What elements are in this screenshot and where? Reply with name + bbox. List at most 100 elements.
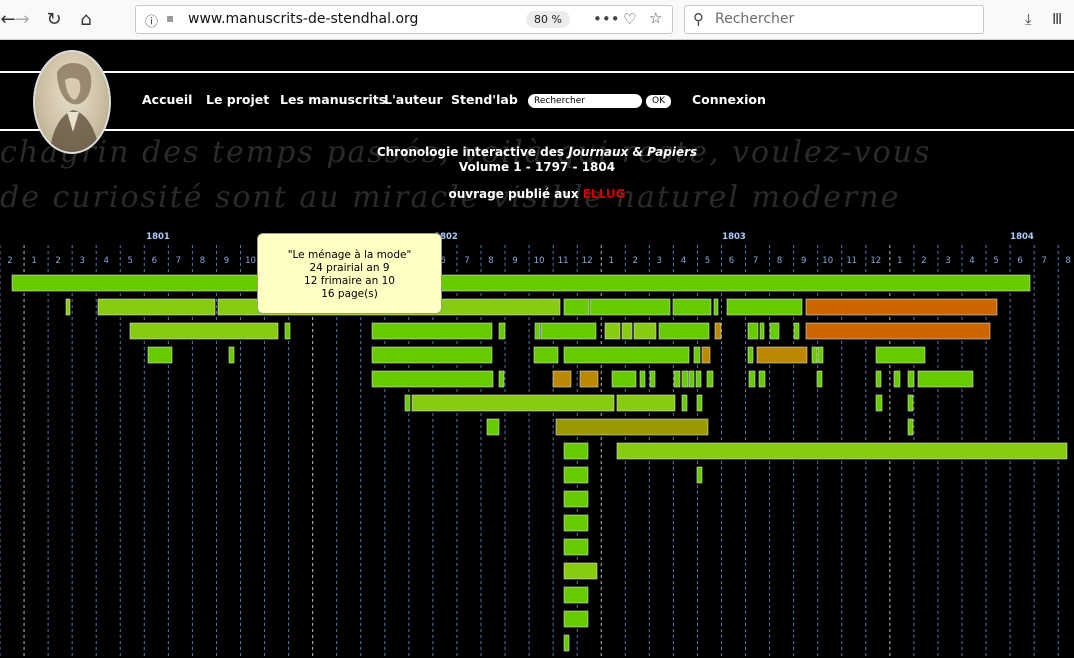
manuscript-bar[interactable] [540,322,597,340]
manuscript-bar[interactable] [621,322,633,340]
manuscript-bar[interactable] [65,298,71,316]
manuscript-bar[interactable] [805,322,991,340]
zoom-indicator[interactable]: 80 % [526,11,570,28]
manuscript-bar[interactable] [563,538,589,556]
manuscript-bar[interactable] [759,322,765,340]
manuscript-bar[interactable] [563,634,570,652]
manuscript-bar[interactable] [907,370,915,388]
download-icon[interactable]: ⤓ [1025,10,1032,28]
manuscript-bar[interactable] [756,346,808,364]
manuscript-bar[interactable] [616,442,1068,460]
manuscript-bar[interactable] [589,298,671,316]
manuscript-bar[interactable] [371,322,493,340]
reload-icon[interactable]: ↻ [42,8,66,32]
manuscript-bar[interactable] [639,370,646,388]
manuscript-bar[interactable] [11,274,1031,292]
manuscript-bar[interactable] [563,346,690,364]
manuscript-bar[interactable] [552,370,572,388]
manuscript-bar[interactable] [726,298,803,316]
manuscript-bar[interactable] [563,586,589,604]
manuscript-bar[interactable] [747,322,759,340]
browser-search-input[interactable]: ⚲ Rechercher [684,5,984,34]
manuscript-bar[interactable] [758,370,766,388]
stendhal-portrait-logo[interactable] [33,50,111,154]
manuscript-bar[interactable] [811,346,818,364]
manuscript-bar[interactable] [875,346,926,364]
manuscript-bar[interactable] [747,346,754,364]
manuscript-bar[interactable] [714,322,722,340]
manuscript-bar[interactable] [649,370,656,388]
manuscript-bar[interactable] [147,346,173,364]
manuscript-bar[interactable] [693,346,701,364]
manuscript-bar[interactable] [816,370,823,388]
manuscript-bar[interactable] [533,346,559,364]
manuscript-bar[interactable] [706,370,714,388]
info-icon[interactable]: ⓘ [145,11,158,30]
manuscript-bar[interactable] [534,322,541,340]
manuscript-bar[interactable] [672,298,712,316]
manuscript-bar[interactable] [563,562,598,580]
site-search-input[interactable]: Rechercher [528,94,642,108]
manuscript-bar[interactable] [893,370,901,388]
manuscript-bar[interactable] [748,370,756,388]
manuscript-bar[interactable] [563,442,589,460]
library-icon[interactable]: Ⅲ [1052,10,1062,28]
home-icon[interactable]: ⌂ [74,8,98,32]
manuscript-bar[interactable] [673,370,681,388]
manuscript-bar[interactable] [713,298,719,316]
nav-accueil[interactable]: Accueil [142,92,192,107]
manuscript-bar[interactable] [917,370,974,388]
manuscript-bar[interactable] [875,370,882,388]
manuscript-bar[interactable] [817,346,824,364]
manuscript-bar[interactable] [579,370,599,388]
nav-les-manuscrits[interactable]: Les manuscrits [280,92,386,107]
manuscript-bar[interactable] [681,394,688,412]
nav-le-projet[interactable]: Le projet [206,92,269,107]
manuscript-bar[interactable] [907,394,914,412]
manuscript-bar[interactable] [486,418,500,436]
interactive-timeline[interactable]: 2123456789101112123456789101112123456789… [0,225,1074,658]
nav-connexion[interactable]: Connexion [692,92,766,107]
manuscript-bar[interactable] [563,514,589,532]
more-icon[interactable]: ••• [593,10,620,28]
manuscript-bar[interactable] [604,322,621,340]
manuscript-bar[interactable] [563,466,589,484]
manuscript-bar[interactable] [555,418,709,436]
manuscript-bar[interactable] [411,394,615,412]
manuscript-bar[interactable] [769,322,780,340]
manuscript-bar[interactable] [875,394,883,412]
manuscript-bar[interactable] [793,322,800,340]
manuscript-bar[interactable] [907,418,914,436]
manuscript-bar[interactable] [228,346,235,364]
star-icon[interactable]: ☆ [649,9,662,27]
pocket-icon[interactable]: ♡ [623,10,636,28]
nav-auteur[interactable]: L'auteur [384,92,443,107]
nav-stendlab[interactable]: Stend'lab [451,92,518,107]
forward-icon[interactable]: → [10,8,34,32]
manuscript-bar[interactable] [695,370,702,388]
manuscript-bar[interactable] [498,370,505,388]
site-search-ok-button[interactable]: OK [646,95,671,108]
manuscript-bar[interactable] [498,322,506,340]
manuscript-bar[interactable] [563,610,589,628]
publisher-link[interactable]: ELLUG [583,187,626,201]
manuscript-bar[interactable] [404,394,411,412]
manuscript-bar[interactable] [658,322,710,340]
manuscript-bar[interactable] [371,346,493,364]
manuscript-bar[interactable] [611,370,637,388]
manuscript-bar[interactable] [805,298,998,316]
manuscript-bar[interactable] [129,322,279,340]
manuscript-bar[interactable] [701,346,711,364]
manuscript-bar[interactable] [616,394,676,412]
manuscript-bar[interactable] [563,490,589,508]
manuscript-bar[interactable] [284,322,291,340]
manuscript-bar[interactable] [563,298,590,316]
manuscript-bar[interactable] [97,298,216,316]
url-bar[interactable]: ⓘ ▪ www.manuscrits-de-stendhal.org 80 % … [135,5,673,34]
manuscript-bar[interactable] [681,370,689,388]
manuscript-bar[interactable] [688,370,695,388]
manuscript-bar[interactable] [371,370,494,388]
manuscript-bar[interactable] [696,466,703,484]
manuscript-bar[interactable] [696,394,703,412]
manuscript-bar[interactable] [633,322,657,340]
